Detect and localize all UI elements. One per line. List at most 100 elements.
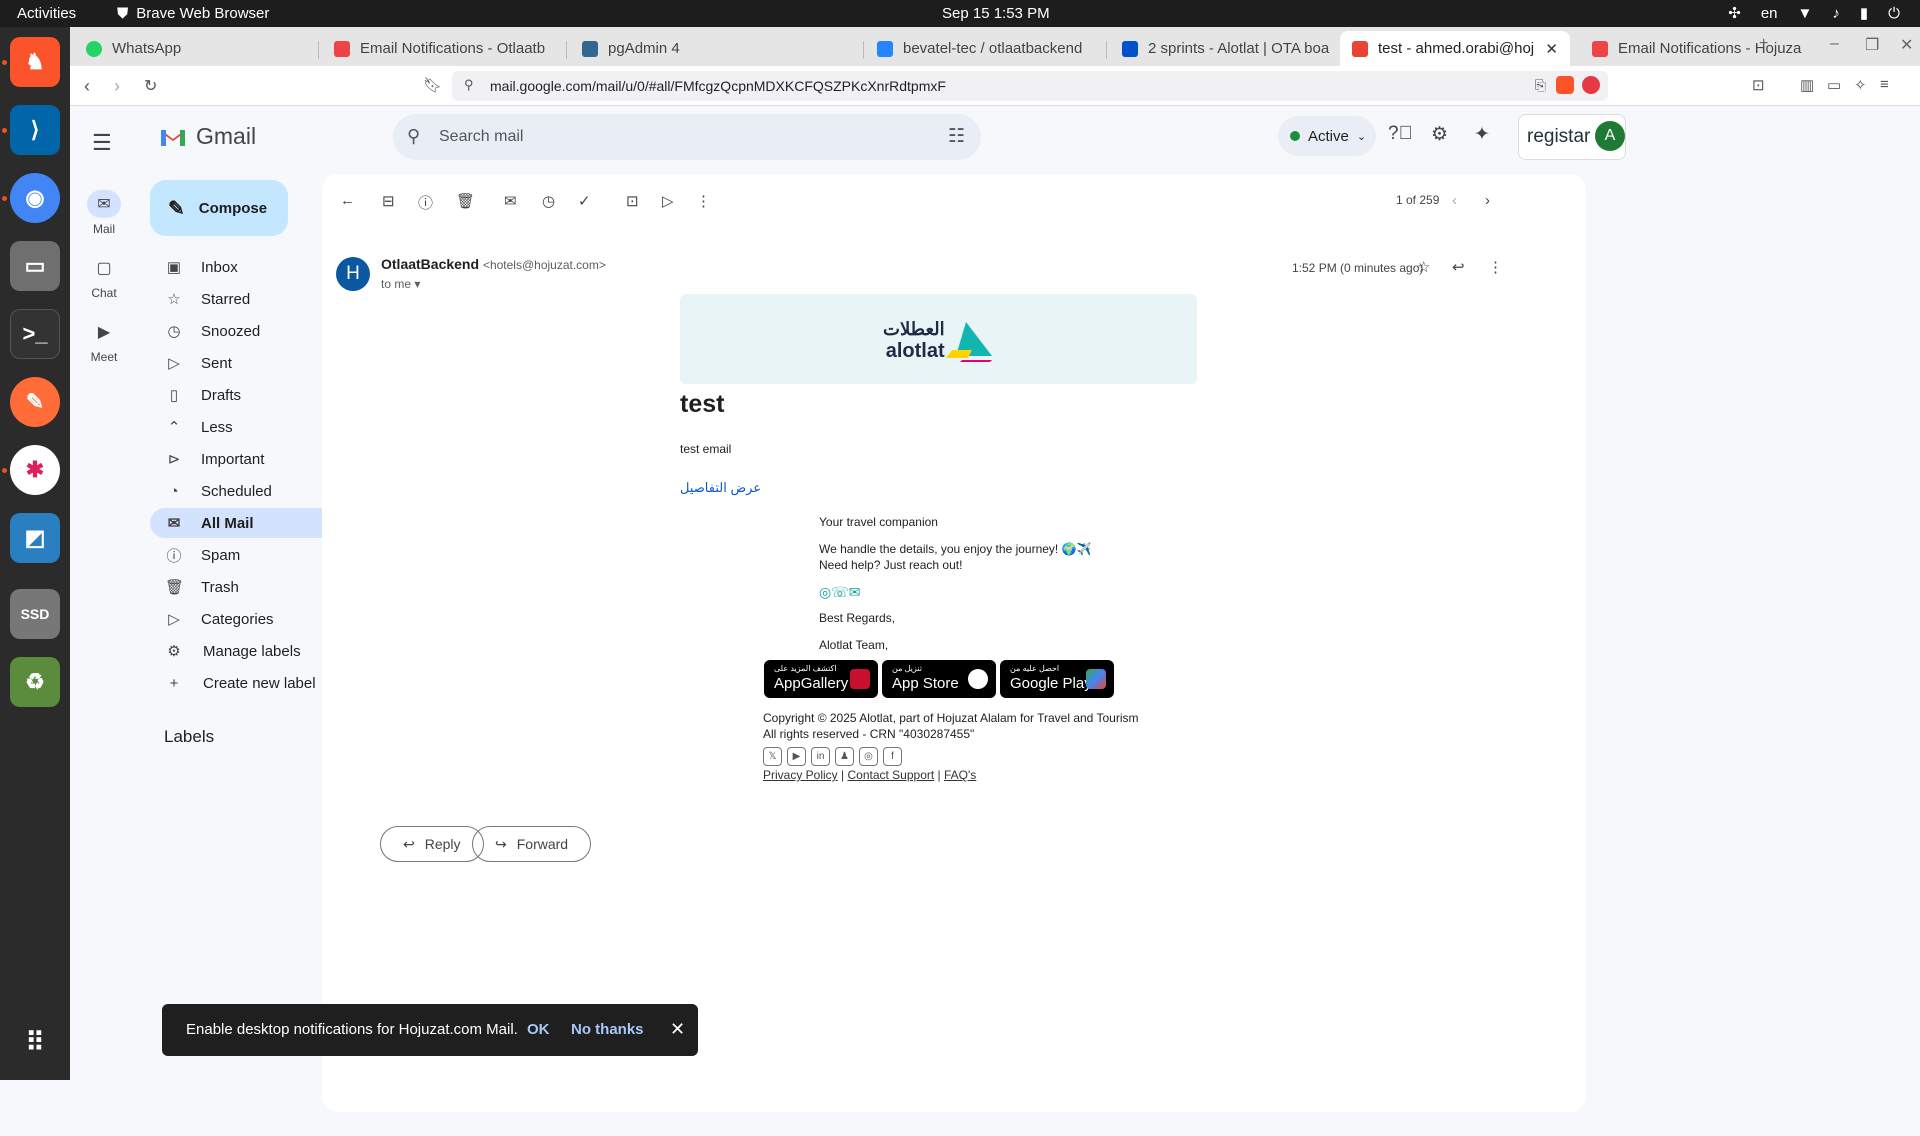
tab-bitbucket[interactable]: bevatel-tec / otlaatbackend xyxy=(865,31,1101,66)
settings-icon[interactable]: ⚙ xyxy=(1431,123,1448,146)
snapchat-icon[interactable]: ♟ xyxy=(835,747,854,766)
rail-meet[interactable]: ▶ Meet xyxy=(70,318,138,364)
facebook-icon[interactable]: f xyxy=(883,747,902,766)
brave-rewards-icon[interactable] xyxy=(1582,76,1600,94)
screenshot-icon[interactable]: ⊡ xyxy=(1752,76,1765,94)
search-bar[interactable]: ⚲ Search mail ☷ xyxy=(393,114,981,160)
rail-mail[interactable]: ✉ Mail xyxy=(70,190,138,236)
google-play-badge[interactable]: احصل عليه من Google Play xyxy=(1000,660,1114,698)
url-field[interactable]: ⚲ mail.google.com/mail/u/0/#all/FMfcgzQc… xyxy=(452,71,1608,101)
clock[interactable]: Sep 15 1:53 PM xyxy=(942,5,1050,22)
forward-icon[interactable]: › xyxy=(114,76,120,97)
minimize-icon[interactable]: – xyxy=(1830,35,1839,53)
more-options-icon[interactable]: ⋮ xyxy=(696,192,711,210)
files-icon[interactable]: ▭ xyxy=(10,241,60,291)
x-twitter-icon[interactable]: 𝕏 xyxy=(763,747,782,766)
brave-icon[interactable]: ♞ xyxy=(10,37,60,87)
bookmark-icon[interactable]: 🔖︎ xyxy=(423,76,442,94)
tab-email-notifications-hojuzat[interactable]: Email Notifications - Hojuza xyxy=(1580,31,1816,66)
back-to-list-icon[interactable]: ← xyxy=(340,192,355,209)
rail-chat[interactable]: ▢ Chat xyxy=(70,254,138,300)
privacy-policy-link[interactable]: Privacy Policy xyxy=(763,768,838,782)
show-apps-icon[interactable]: ⠿ xyxy=(10,1017,60,1067)
toast-ok-button[interactable]: OK xyxy=(527,1021,550,1038)
star-icon[interactable]: ☆ xyxy=(1417,258,1430,276)
snooze-icon[interactable]: ◷ xyxy=(542,192,555,210)
account-avatar[interactable]: A xyxy=(1595,121,1625,151)
reply-icon[interactable]: ↩ xyxy=(1452,258,1465,276)
view-details-link[interactable]: عرض التفاصيل xyxy=(680,480,761,496)
sidebar-toggle-icon[interactable]: ▥ xyxy=(1800,76,1814,94)
wallet-icon[interactable]: ▭ xyxy=(1827,76,1841,94)
reload-icon[interactable]: ↻ xyxy=(144,76,157,96)
move-to-icon[interactable]: ⊡ xyxy=(626,192,639,210)
more-options-icon[interactable]: ⋮ xyxy=(1488,258,1503,276)
youtube-icon[interactable]: ▶ xyxy=(787,747,806,766)
contact-support-link[interactable]: Contact Support xyxy=(847,768,934,782)
appgallery-badge[interactable]: اكتشف المزيد على AppGallery xyxy=(764,660,878,698)
whatsapp-icon[interactable]: ◎ xyxy=(819,584,831,600)
reply-button[interactable]: ↩ Reply xyxy=(380,826,484,862)
linkedin-icon[interactable]: in xyxy=(811,747,830,766)
leo-ai-icon[interactable]: ✧ xyxy=(1854,76,1867,94)
email-icon[interactable]: ✉ xyxy=(849,584,861,600)
forward-label: Forward xyxy=(516,836,569,852)
gemini-icon[interactable]: ✦ xyxy=(1474,123,1490,146)
sender-avatar[interactable]: H xyxy=(336,257,370,291)
tab-jira-sprints[interactable]: 2 sprints - Alotlat | OTA boa xyxy=(1110,31,1330,66)
report-spam-icon[interactable]: ⓘ xyxy=(418,192,433,213)
active-app[interactable]: ⛊ Brave Web Browser xyxy=(117,5,269,22)
postman-icon[interactable]: ✎ xyxy=(10,377,60,427)
brave-shields-icon[interactable] xyxy=(1556,76,1574,94)
newer-icon[interactable]: ‹ xyxy=(1452,192,1457,209)
battery-icon: ▮ xyxy=(1859,5,1869,22)
search-input[interactable]: Search mail xyxy=(439,128,523,146)
instagram-icon[interactable]: ◎ xyxy=(859,747,878,766)
labels-icon[interactable]: ▷ xyxy=(662,192,674,210)
gmail-logo[interactable]: Gmail xyxy=(160,123,256,150)
phone-icon[interactable]: ☏ xyxy=(831,584,849,600)
menu-icon[interactable]: ≡ xyxy=(1880,76,1889,93)
mark-unread-icon[interactable]: ✉ xyxy=(504,192,517,210)
search-icon[interactable]: ⚲ xyxy=(407,126,420,147)
add-task-icon[interactable]: ✓ xyxy=(578,192,591,210)
help-icon[interactable]: ?⃝ xyxy=(1388,123,1413,145)
app-store-badge[interactable]: تنزيل من App Store xyxy=(882,660,996,698)
back-icon[interactable]: ‹ xyxy=(84,76,90,97)
close-tab-icon[interactable]: ✕ xyxy=(1545,40,1558,58)
toast-no-thanks-button[interactable]: No thanks xyxy=(571,1021,644,1038)
screenshot-tool-icon[interactable]: ◩ xyxy=(10,513,60,563)
tab-gmail-test[interactable]: test - ahmed.orabi@hoju ✕ xyxy=(1340,31,1570,66)
slack-icon[interactable]: ✱ xyxy=(10,445,60,495)
older-icon[interactable]: › xyxy=(1485,192,1490,209)
search-options-icon[interactable]: ☷ xyxy=(948,125,965,148)
archive-icon[interactable]: ⊟ xyxy=(382,192,395,210)
contact-icons: ◎☏✉ xyxy=(819,584,860,601)
vscode-icon[interactable]: ⟩ xyxy=(10,105,60,155)
compose-button[interactable]: ✎ Compose xyxy=(150,180,288,236)
ssd-drive-icon[interactable]: SSD xyxy=(10,589,60,639)
site-info-icon[interactable]: ⚲ xyxy=(464,77,474,93)
trash-bin-icon[interactable]: ♻ xyxy=(10,657,60,707)
recipient-toggle[interactable]: to me ▾ xyxy=(381,277,420,291)
faq-link[interactable]: FAQ's xyxy=(944,768,976,782)
terminal-icon[interactable]: >_ xyxy=(10,309,60,359)
close-window-icon[interactable]: ✕ xyxy=(1900,35,1913,55)
tab-email-notifications-otlaat[interactable]: Email Notifications - Otlaatb xyxy=(322,31,558,66)
activities-button[interactable]: Activities xyxy=(17,5,76,22)
apple-icon xyxy=(968,669,988,689)
share-icon[interactable]: ⎘ xyxy=(1535,77,1546,94)
main-menu-icon[interactable]: ☰ xyxy=(92,130,112,156)
tab-pgadmin[interactable]: pgAdmin 4 xyxy=(570,31,806,66)
system-tray[interactable]: ✣ en ▼ ♪ ▮ ⏻ xyxy=(1728,4,1900,23)
laravel-icon xyxy=(334,40,350,57)
chrome-icon[interactable]: ◉ xyxy=(10,173,60,223)
new-tab-icon[interactable]: + xyxy=(1759,35,1768,53)
close-icon[interactable]: ✕ xyxy=(670,1019,685,1040)
tab-whatsapp[interactable]: WhatsApp xyxy=(74,31,310,66)
badge-small-text: تنزيل من xyxy=(892,664,922,673)
status-button[interactable]: Active ⌄ xyxy=(1278,116,1376,156)
delete-icon[interactable]: 🗑︎ xyxy=(456,192,475,210)
maximize-icon[interactable]: ❐ xyxy=(1865,35,1879,55)
forward-button[interactable]: ↪ Forward xyxy=(472,826,592,862)
